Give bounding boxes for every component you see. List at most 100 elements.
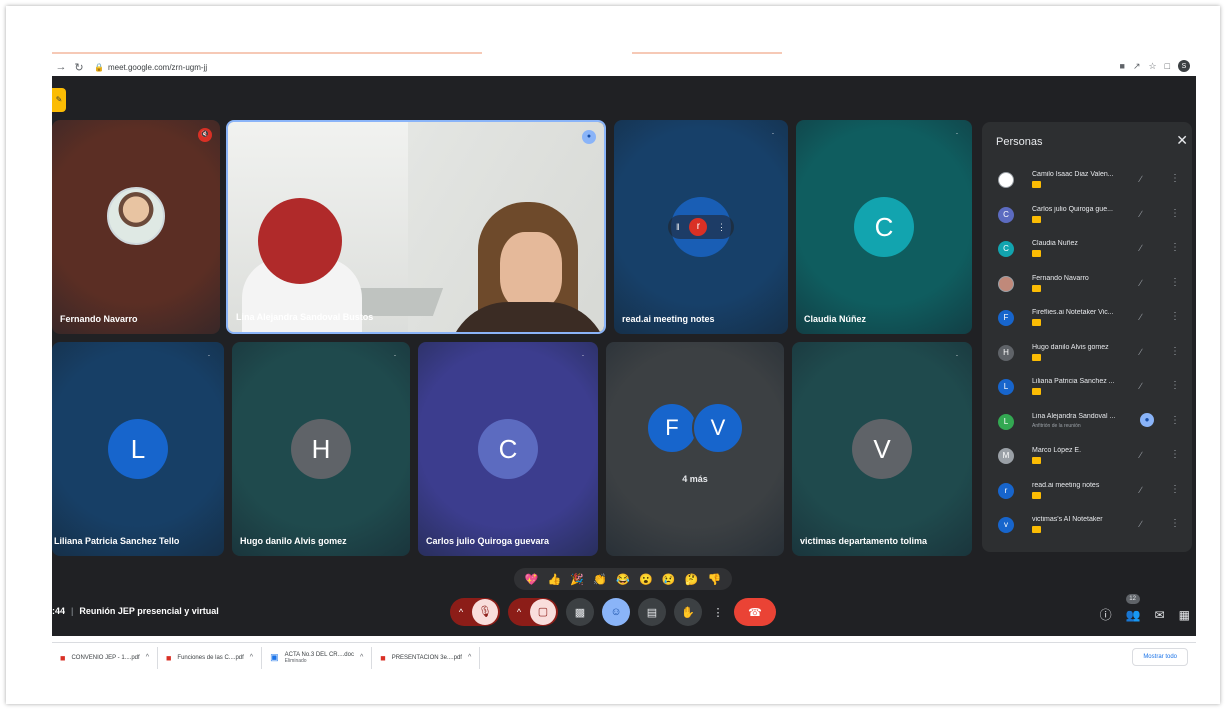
reaction-emoji[interactable]: 💖 [525, 573, 539, 586]
chat-icon[interactable]: ✉ [1155, 608, 1165, 622]
muted-mic-icon[interactable]: ∕ [1140, 450, 1142, 460]
avatar: H [291, 419, 351, 479]
muted-mic-icon[interactable]: ∕ [1140, 312, 1142, 322]
participant-name: Hugo danilo Alvis gomez [1032, 343, 1109, 351]
muted-mic-icon[interactable]: ∕ [1140, 347, 1142, 357]
participant-row[interactable]: r read.ai meeting notes ∕ ⋮ [998, 479, 1188, 514]
mic-options-caret-icon[interactable]: ^ [452, 607, 470, 617]
download-text: ACTA No.3 DEL CR....doc Eliminado [285, 652, 354, 664]
reaction-emoji[interactable]: 👎 [708, 573, 722, 586]
participant-row[interactable]: M Marco López E. ∕ ⋮ [998, 444, 1188, 479]
download-item[interactable]: ■ Funciones de las C....pdf ^ [158, 646, 263, 669]
chevron-up-icon[interactable]: ^ [468, 654, 471, 661]
chevron-up-icon[interactable]: ^ [360, 654, 363, 661]
present-icon[interactable]: ▩ [566, 598, 594, 626]
more-vert-icon[interactable]: ⋮ [1170, 173, 1180, 184]
more-vert-icon[interactable]: ⋮ [1170, 518, 1180, 529]
close-icon[interactable]: ✕ [1176, 132, 1188, 149]
participant-row[interactable]: C Carlos julio Quiroga gue... ∕ ⋮ [998, 203, 1188, 238]
tile-carlos-quiroga[interactable]: C ⋅ Carlos julio Quiroga guevara [418, 342, 598, 556]
more-vert-icon[interactable]: ⋮ [1170, 346, 1180, 357]
chevron-up-icon[interactable]: ^ [250, 654, 253, 661]
participant-row[interactable]: F Fireflies.ai Notetaker Vic... ∕ ⋮ [998, 306, 1188, 341]
tile-more-participants[interactable]: F V 4 más [606, 342, 784, 556]
share-icon[interactable]: ↗ [1133, 61, 1141, 72]
more-vert-icon[interactable]: ⋮ [1170, 208, 1180, 219]
more-vert-icon[interactable]: ⋮ [1170, 484, 1180, 495]
download-item[interactable]: ■ CONVENIO JEP - 1....pdf ^ [52, 646, 158, 669]
reload-icon[interactable]: ↻ [70, 61, 88, 74]
tile-lina-video[interactable]: ● Lina Alejandra Sandoval Bustos [226, 120, 606, 334]
muted-mic-icon[interactable]: ∕ [1140, 209, 1142, 219]
lock-icon[interactable]: 🔒 [94, 63, 104, 72]
camera-indicator-icon[interactable]: ■ [1120, 61, 1125, 71]
raise-hand-icon[interactable]: ✋ [674, 598, 702, 626]
people-panel-title: Personas [996, 136, 1043, 148]
more-vert-icon[interactable]: ⋮ [1170, 242, 1180, 253]
tile-claudia-nunez[interactable]: C ⋅ Claudia Núñez [796, 120, 972, 334]
sidebar-icon[interactable]: □ [1165, 61, 1170, 71]
more-vert-icon[interactable]: ⋮ [1170, 415, 1180, 426]
muted-mic-icon[interactable]: ∕ [1140, 174, 1142, 184]
reaction-emoji[interactable]: 😮 [639, 573, 653, 586]
camera-off-icon[interactable]: ▢ [530, 599, 556, 625]
profile-avatar[interactable]: S [1178, 60, 1190, 72]
emoji-icon[interactable]: ☺ [602, 598, 630, 626]
participant-row[interactable]: C Claudia Nuñez ∕ ⋮ [998, 237, 1188, 272]
tile-hover-controls[interactable]: ‖ r ⋮ [668, 215, 734, 239]
more-vert-icon[interactable]: ⋮ [1170, 380, 1180, 391]
download-item[interactable]: ▣ ACTA No.3 DEL CR....doc Eliminado ^ [262, 646, 373, 669]
chevron-up-icon[interactable]: ^ [146, 654, 149, 661]
activities-icon[interactable]: ▦ [1179, 608, 1190, 622]
meeting-details-icon[interactable]: ⓘ [1100, 606, 1112, 623]
more-vert-icon[interactable]: ⋮ [1170, 449, 1180, 460]
muted-mic-icon[interactable]: ∕ [1140, 519, 1142, 529]
muted-mic-icon[interactable]: ∕ [1140, 243, 1142, 253]
reaction-emoji[interactable]: 👍 [547, 573, 561, 586]
companion-mode-icon[interactable]: ✎ [52, 88, 66, 112]
camera-options-caret-icon[interactable]: ^ [510, 607, 528, 617]
more-options-icon[interactable]: ⋮ [710, 598, 726, 626]
tile-liliana-sanchez[interactable]: L ⋅ Liliana Patricia Sanchez Tello [52, 342, 224, 556]
reaction-emoji[interactable]: 🎉 [570, 573, 584, 586]
end-call-icon[interactable]: ☎ [734, 598, 776, 626]
participant-row[interactable]: Camilo Isaac Diaz Valen... ∕ ⋮ [998, 168, 1188, 203]
address-bar[interactable]: meet.google.com/zrn-ugm-jj [108, 63, 207, 72]
download-item[interactable]: ■ PRESENTACION 3e....pdf ^ [372, 646, 481, 669]
participant-avatar [998, 172, 1014, 188]
tile-victimas-tolima[interactable]: V ⋅ victimas departamento tolima [792, 342, 972, 556]
more-vert-icon[interactable]: ⋮ [717, 222, 726, 233]
participant-row[interactable]: H Hugo danilo Alvis gomez ∕ ⋮ [998, 341, 1188, 376]
mic-off-icon[interactable]: 🎙 [472, 599, 498, 625]
tile-fernando-navarro[interactable]: 🔇 Fernando Navarro [52, 120, 220, 334]
tile-name: Lina Alejandra Sandoval Bustos [236, 312, 374, 322]
muted-mic-icon[interactable]: ∕ [1140, 381, 1142, 391]
participant-avatar: L [998, 379, 1014, 395]
reaction-emoji[interactable]: 🤔 [685, 573, 699, 586]
participant-row[interactable]: v victimas's AI Notetaker ∕ ⋮ [998, 513, 1188, 548]
people-icon[interactable]: 👥 12 [1125, 593, 1141, 622]
captions-icon[interactable]: ▤ [638, 598, 666, 626]
tile-hugo-alvis[interactable]: H ⋅ Hugo danilo Alvis gomez [232, 342, 410, 556]
more-vert-icon[interactable]: ⋮ [1170, 277, 1180, 288]
meeting-time: :44 [52, 606, 66, 616]
back-arrow-icon[interactable]: → [52, 61, 70, 73]
muted-mic-icon[interactable]: ∕ [1140, 278, 1142, 288]
participant-row[interactable]: L Liliana Patricia Sanchez ... ∕ ⋮ [998, 375, 1188, 410]
reaction-emoji[interactable]: 😢 [662, 573, 676, 586]
reaction-emoji[interactable]: 😂 [616, 573, 630, 586]
muted-mic-icon: 🔇 [198, 128, 212, 142]
loading-accent-line-2 [632, 52, 782, 54]
show-all-button[interactable]: Mostrar todo [1132, 648, 1188, 666]
tile-read-ai[interactable]: ‖ r ⋮ ⋅ read.ai meeting notes [614, 120, 788, 334]
speaking-indicator-icon[interactable]: ● [1140, 412, 1154, 427]
tile-name: victimas departamento tolima [800, 536, 928, 546]
reaction-emoji[interactable]: 👏 [593, 573, 607, 586]
participant-row[interactable]: Fernando Navarro ∕ ⋮ [998, 272, 1188, 307]
pin-icon[interactable]: ‖ [676, 222, 680, 232]
participant-row[interactable]: L Lina Alejandra Sandoval ... Anfitrión de… [998, 410, 1188, 445]
participant-name: Lina Alejandra Sandoval ... [1032, 412, 1116, 420]
bookmark-star-icon[interactable]: ☆ [1148, 61, 1156, 72]
more-vert-icon[interactable]: ⋮ [1170, 311, 1180, 322]
muted-mic-icon[interactable]: ∕ [1140, 485, 1142, 495]
